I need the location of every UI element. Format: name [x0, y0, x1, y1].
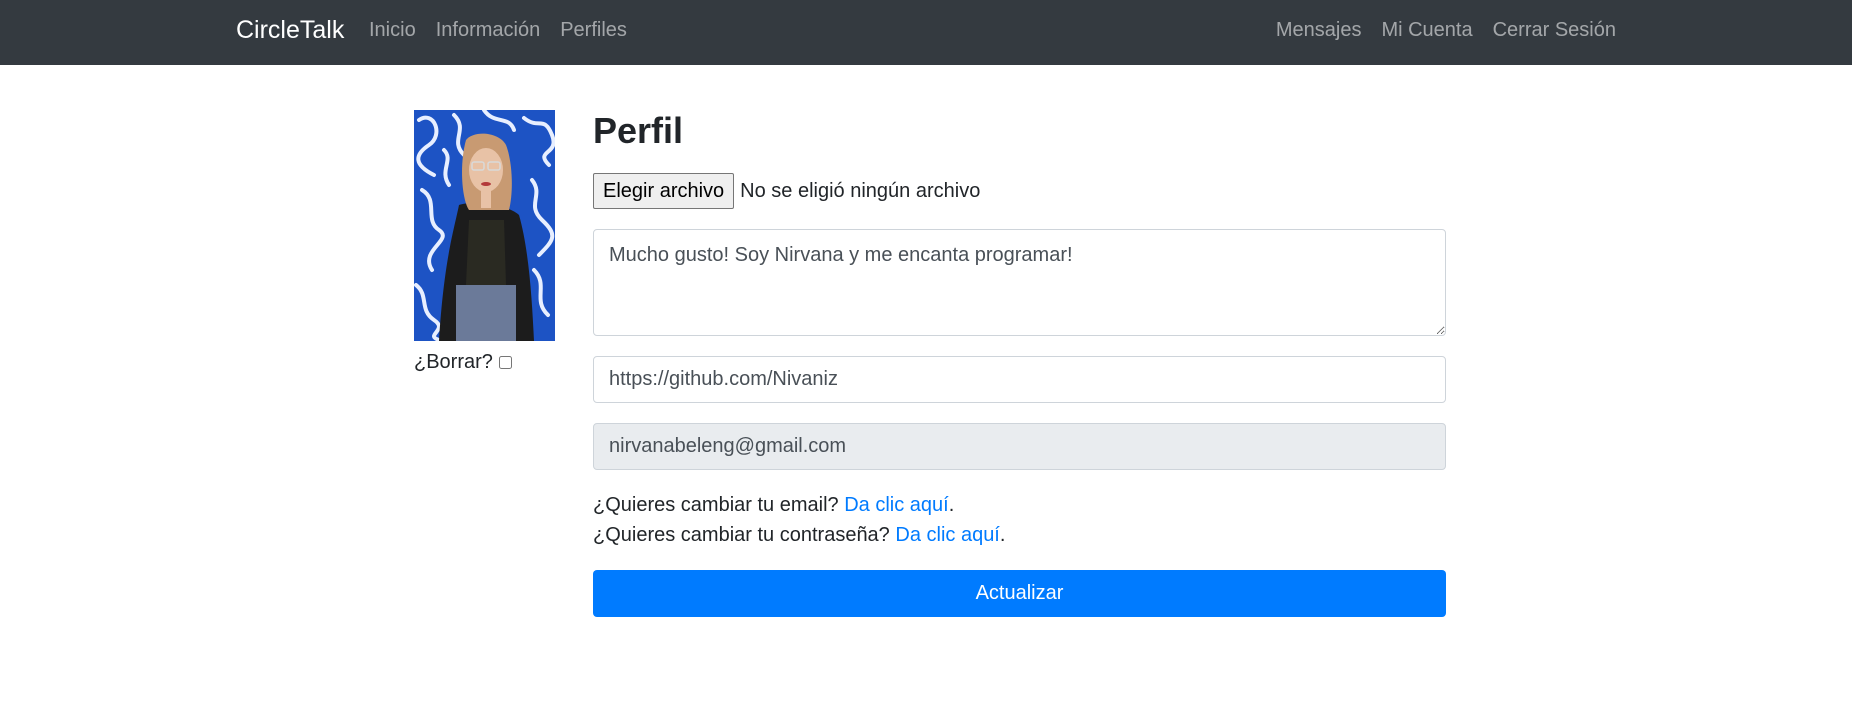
- profile-photo: [414, 110, 555, 341]
- change-email-help: ¿Quieres cambiar tu email? Da clic aquí.: [593, 494, 954, 517]
- change-email-link[interactable]: Da clic aquí: [844, 494, 949, 516]
- page-title: Perfil: [593, 110, 684, 151]
- nav-link-inicio[interactable]: Inicio: [369, 19, 416, 42]
- change-email-text: ¿Quieres cambiar tu email?: [593, 494, 839, 516]
- change-password-help: ¿Quieres cambiar tu contraseña? Da clic …: [593, 524, 1005, 547]
- nav-link-cerrar-sesion[interactable]: Cerrar Sesión: [1493, 19, 1616, 42]
- bio-textarea[interactable]: Mucho gusto! Soy Nirvana y me encanta pr…: [593, 229, 1446, 336]
- file-status: No se eligió ningún archivo: [740, 179, 981, 202]
- nav-right: Mensajes Mi Cuenta Cerrar Sesión: [1276, 19, 1616, 42]
- url-input[interactable]: [593, 356, 1446, 403]
- nav-link-perfiles[interactable]: Perfiles: [560, 19, 627, 42]
- change-password-link[interactable]: Da clic aquí: [895, 524, 1000, 546]
- top-navbar: CircleTalk Inicio Información Perfiles M…: [0, 0, 1852, 65]
- nav-left: Inicio Información Perfiles: [369, 19, 627, 42]
- change-password-text: ¿Quieres cambiar tu contraseña?: [593, 524, 890, 546]
- email-field: [593, 423, 1446, 470]
- choose-file-button[interactable]: Elegir archivo: [593, 173, 735, 209]
- nav-link-informacion[interactable]: Información: [436, 19, 541, 42]
- brand-link[interactable]: CircleTalk: [236, 16, 344, 45]
- delete-photo-checkbox[interactable]: [498, 356, 512, 369]
- period: .: [948, 494, 955, 516]
- delete-photo-label: ¿Borrar?: [414, 351, 493, 373]
- nav-link-mi-cuenta[interactable]: Mi Cuenta: [1381, 19, 1472, 42]
- delete-photo-control: ¿Borrar?: [414, 351, 512, 374]
- file-input: Elegir archivo No se eligió ningún archi…: [593, 173, 980, 209]
- period: .: [999, 524, 1006, 546]
- nav-link-mensajes[interactable]: Mensajes: [1276, 19, 1362, 42]
- update-button[interactable]: Actualizar: [593, 570, 1446, 617]
